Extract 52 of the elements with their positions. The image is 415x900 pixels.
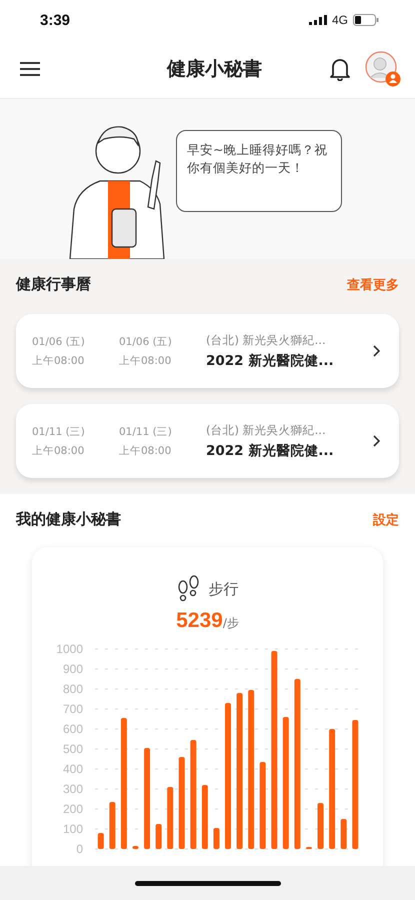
event-location: (台北) 新光吳火獅紀...: [206, 332, 327, 348]
page-title: 健康小秘書: [166, 57, 263, 82]
status-time: 3:39: [40, 12, 70, 28]
bar: [317, 803, 324, 849]
y-axis-label: 400: [62, 762, 82, 776]
event-end-date: 01/06 (五): [119, 334, 173, 348]
event-end-time: 上午08:00: [119, 444, 172, 458]
section-title: 我的健康小秘書: [16, 510, 121, 529]
event-card[interactable]: 01/11 (三) 上午08:00 01/11 (三) 上午08:00 (台北) 新光吳火獅紀... 2022 新光醫院健...: [16, 404, 399, 478]
event-start-date: 01/11 (三): [32, 424, 86, 438]
activity-label: 步行: [208, 580, 238, 598]
battery-icon: [353, 14, 379, 26]
y-axis-label: 500: [62, 742, 82, 756]
y-axis-label: 800: [62, 682, 82, 696]
y-axis-label: 1000: [56, 642, 82, 656]
bar: [212, 828, 219, 849]
event-start-time: 上午08:00: [32, 444, 86, 458]
bar: [132, 846, 138, 849]
network-label: 4G: [332, 13, 348, 27]
event-name: 2022 新光醫院健...: [206, 442, 335, 460]
y-axis-label: 0: [76, 842, 82, 856]
y-axis-label: 300: [62, 782, 82, 796]
y-axis-label: 100: [62, 822, 82, 836]
bar: [166, 787, 173, 849]
y-axis-label: 600: [62, 722, 82, 736]
bar: [108, 802, 115, 849]
y-axis-label: 900: [62, 662, 82, 676]
event-location: (台北) 新光吳火獅紀...: [206, 422, 327, 438]
event-card[interactable]: 01/06 (五) 上午08:00 01/06 (五) 上午08:00 (台北) 新光吳火獅紀... 2022 新光醫院健...: [16, 314, 399, 388]
menu-icon[interactable]: [20, 62, 40, 76]
chevron-right-icon: [373, 435, 381, 447]
footprints-icon: [176, 575, 200, 603]
bar: [201, 785, 208, 849]
event-start-date: 01/06 (五): [32, 334, 86, 348]
bell-icon[interactable]: [329, 57, 351, 81]
y-axis-label: 200: [62, 802, 82, 816]
step-unit: /步: [222, 615, 239, 632]
bar: [340, 819, 346, 849]
bar: [97, 833, 104, 849]
chevron-right-icon: [373, 345, 381, 357]
y-axis-label: 700: [62, 702, 82, 716]
event-name: 2022 新光醫院健...: [206, 352, 335, 370]
bar: [155, 824, 162, 849]
event-end-date: 01/11 (三): [119, 424, 173, 438]
event-end-time: 上午08:00: [119, 354, 172, 368]
home-indicator[interactable]: [134, 880, 280, 886]
section-title: 健康行事曆: [16, 275, 91, 294]
step-count: 5239: [176, 609, 223, 633]
avatar-icon[interactable]: [365, 51, 401, 87]
signal-icon: [308, 15, 327, 25]
event-start-time: 上午08:00: [32, 354, 86, 368]
speech-bubble: 早安~晚上睡得好嗎？祝你有個美好的一天！: [176, 130, 342, 212]
